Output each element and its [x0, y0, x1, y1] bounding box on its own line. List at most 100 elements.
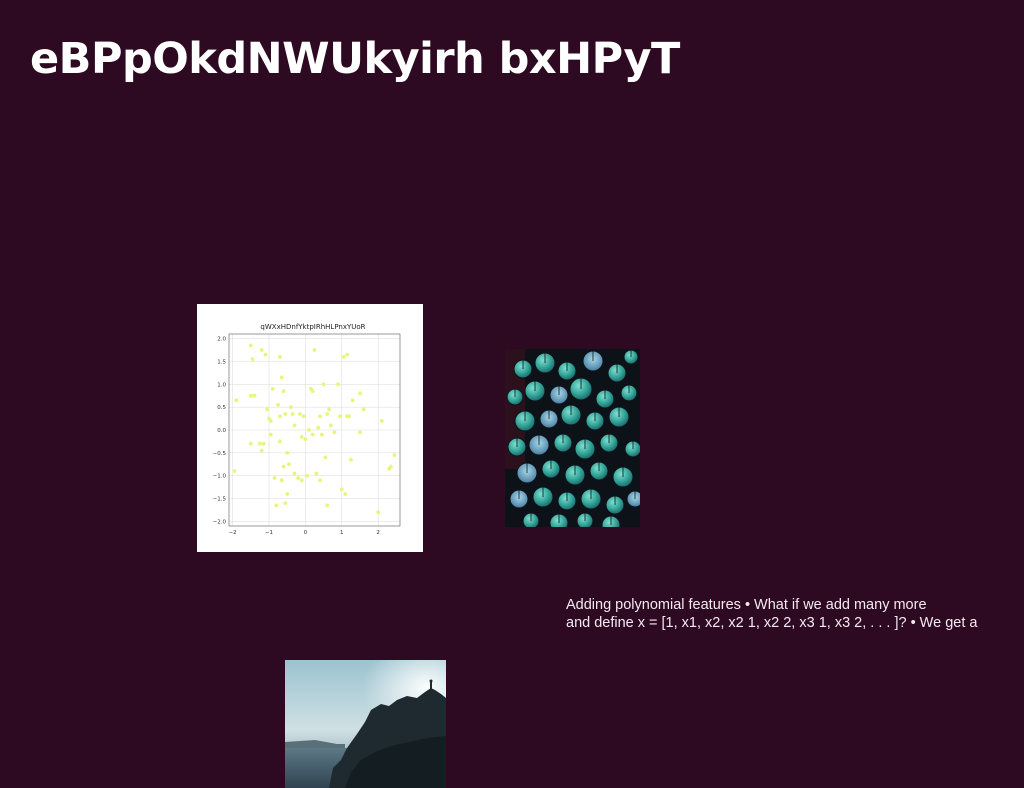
chart-points — [232, 343, 397, 515]
scatter-point — [327, 407, 331, 412]
scatter-point — [329, 423, 333, 428]
x-tick-label: 0 — [304, 530, 308, 536]
scatter-point — [278, 439, 282, 444]
scatter-point — [345, 352, 350, 357]
scatter-point — [274, 503, 279, 508]
scatter-point — [347, 414, 351, 419]
scatter-point — [250, 357, 255, 361]
scatter-point — [234, 398, 239, 403]
scatter-point — [343, 492, 348, 496]
scatter-point — [259, 448, 264, 453]
scatter-point — [349, 457, 353, 462]
scatter-point — [283, 501, 288, 505]
scatter-point — [261, 441, 266, 446]
scatter-point — [321, 382, 326, 387]
leaf-shape — [624, 440, 640, 458]
scatter-point — [270, 387, 275, 391]
scatter-point — [350, 398, 355, 403]
scatter-point — [341, 355, 346, 359]
chart-grid — [229, 334, 400, 526]
scatter-point — [278, 414, 282, 419]
scatter-point — [281, 464, 286, 469]
scatter-point — [289, 405, 293, 409]
scatter-point — [279, 375, 284, 380]
scatter-point — [305, 473, 310, 478]
scatter-point — [318, 414, 322, 419]
body-text-line-1: Adding polynomial features • What if we … — [566, 597, 927, 613]
scatter-chart: qWXxHDnfYktpIRhHLPnxYUoR −2 −1 0 1 2 2.0 1.5 1.… — [213, 323, 401, 536]
scatter-point — [296, 476, 300, 480]
scatter-point — [389, 464, 393, 469]
y-tick-label: 2.0 — [217, 337, 226, 343]
scatter-point — [338, 414, 342, 419]
x-tick-label: 2 — [376, 530, 380, 536]
scatter-point — [299, 478, 304, 483]
y-tick-label: 1.0 — [217, 382, 226, 388]
y-tick-label: 0.0 — [217, 428, 226, 434]
scatter-point — [358, 430, 362, 435]
scatter-point — [325, 503, 330, 508]
scatter-point — [281, 389, 286, 393]
x-tick-label: 1 — [340, 530, 344, 536]
scatter-point — [301, 414, 306, 419]
scatter-point — [314, 471, 319, 476]
scatter-point — [252, 393, 257, 398]
scatter-point — [361, 407, 366, 412]
scatter-point — [332, 430, 337, 435]
y-tick-label: 0.5 — [217, 405, 226, 411]
scatter-point — [339, 487, 344, 492]
y-tick-label: −2.0 — [213, 519, 227, 525]
scatter-point — [292, 423, 297, 428]
y-tick-label: −1.5 — [213, 497, 227, 503]
scatter-point — [323, 455, 328, 460]
scatter-point — [287, 462, 291, 467]
scatter-point — [278, 355, 282, 359]
coast-photo-graphic — [285, 660, 446, 788]
scatter-point — [379, 419, 384, 423]
y-tick-label: −1.0 — [213, 474, 227, 480]
scatter-point — [298, 412, 302, 416]
scatter-point — [285, 492, 290, 496]
scatter-point — [312, 348, 317, 352]
scatter-chart-image: qWXxHDnfYktpIRhHLPnxYUoR −2 −1 0 1 2 2.0 1.5 1.… — [197, 304, 423, 552]
scatter-point — [248, 441, 253, 446]
scatter-point — [376, 510, 381, 515]
scatter-point — [263, 352, 268, 357]
y-tick-label: −0.5 — [213, 451, 227, 457]
scatter-point — [232, 469, 237, 473]
y-tick-label: 1.5 — [217, 359, 226, 365]
scatter-point — [248, 343, 253, 348]
scatter-point — [272, 476, 277, 480]
leaves-photo — [505, 349, 640, 527]
chart-ticks: −2 −1 0 1 2 2.0 1.5 1.0 0.5 0.0 −0.5 −1.0 −1.5 −2.0 — [213, 337, 380, 536]
scatter-point — [279, 478, 284, 483]
scatter-point — [283, 412, 288, 416]
scatter-point — [259, 348, 264, 352]
scatter-point — [285, 451, 290, 455]
x-tick-label: −1 — [265, 530, 273, 536]
slide-title: eBPpOkdNWUkyirh bxHPyT — [30, 34, 680, 84]
scatter-point — [268, 432, 273, 437]
scatter-point — [392, 453, 397, 457]
slide-body-text: Adding polynomial features • What if we … — [566, 596, 1022, 632]
x-tick-label: −2 — [229, 530, 237, 536]
scatter-point — [310, 389, 315, 393]
scatter-point — [248, 393, 253, 398]
leaves-photo-graphic — [505, 349, 640, 527]
scatter-point — [265, 407, 270, 412]
scatter-point — [276, 403, 280, 407]
scatter-point — [299, 435, 304, 439]
scatter-point — [316, 425, 320, 430]
scatter-point — [292, 471, 297, 476]
scatter-point — [358, 391, 362, 396]
scatter-point — [336, 382, 340, 387]
leaf-shape — [626, 490, 640, 508]
scatter-point — [307, 428, 311, 432]
coast-photo — [285, 660, 446, 788]
scatter-point — [325, 412, 330, 416]
chart-title: qWXxHDnfYktpIRhHLPnxYUoR — [260, 323, 365, 331]
body-text-line-2: and define x = [1, x1, x2, x2 1, x2 2, x… — [566, 615, 978, 631]
scatter-point — [258, 441, 262, 446]
scatter-point — [268, 419, 273, 423]
scatter-point — [303, 437, 308, 441]
